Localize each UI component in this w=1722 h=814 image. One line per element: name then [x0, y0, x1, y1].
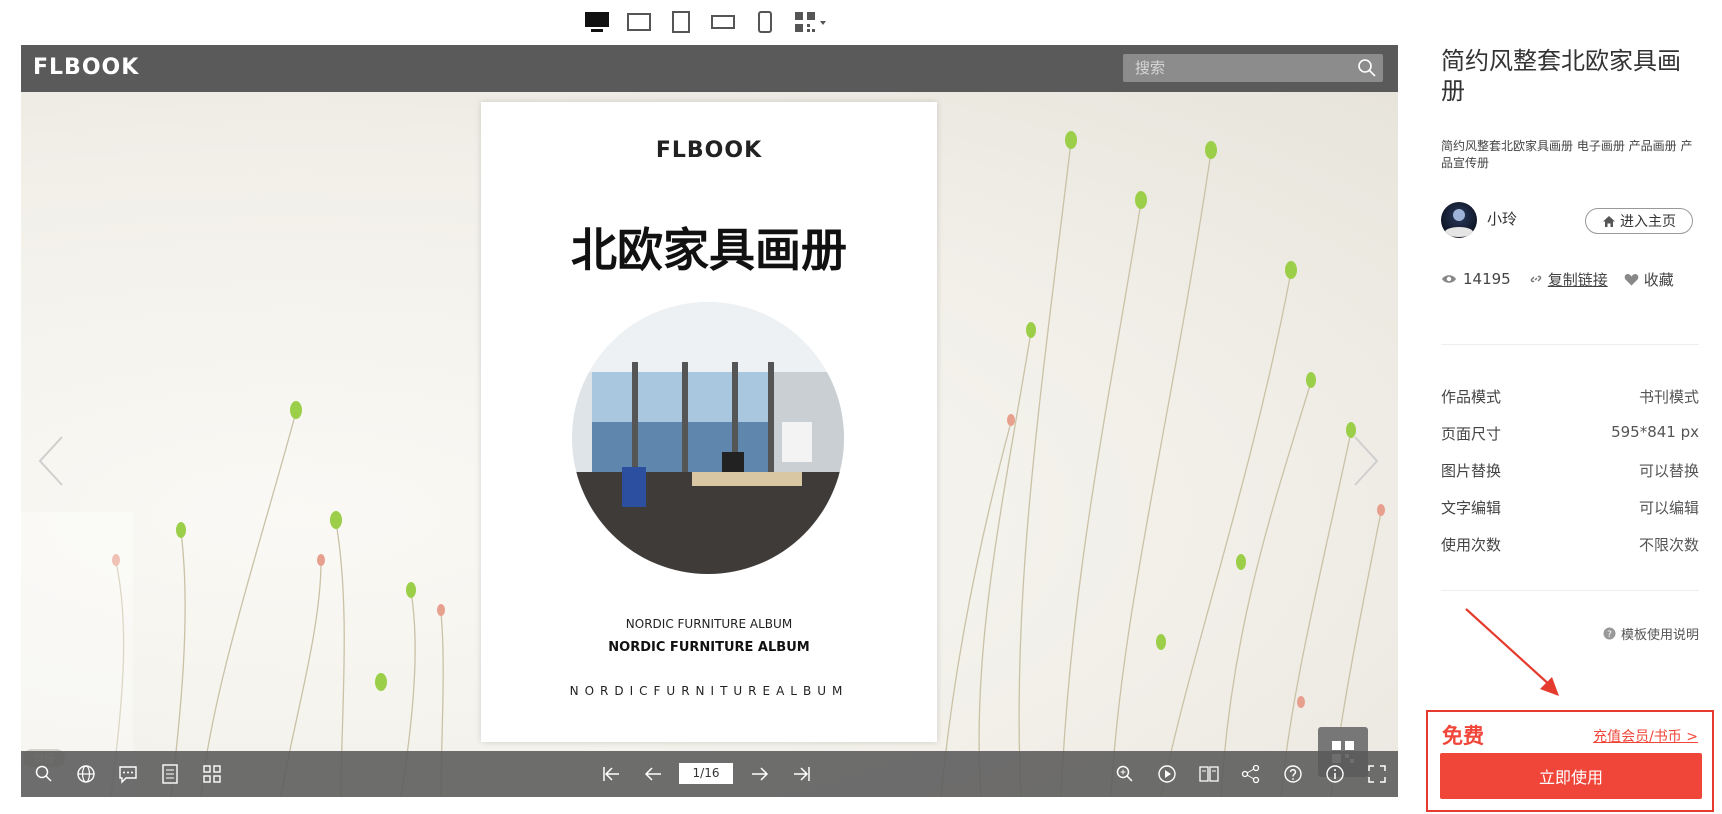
page-number-input[interactable]: 1/16	[679, 763, 733, 784]
spec-value: 可以替换	[1638, 462, 1699, 480]
spec-value: 不限次数	[1638, 536, 1699, 554]
furniture-photo	[572, 302, 844, 574]
use-template-box: 免费 充值会员/书币 > 立即使用	[1426, 710, 1714, 812]
author-name[interactable]: 小玲	[1487, 208, 1517, 229]
template-guide-label: 模板使用说明	[1620, 628, 1699, 643]
svg-text:?: ?	[1607, 630, 1612, 640]
grid-icon[interactable]	[200, 762, 224, 786]
spec-value: 595*841 px	[1611, 423, 1699, 441]
search-box	[1123, 54, 1383, 82]
viewer-top-bar: FLBOOK	[21, 45, 1398, 92]
tablet-portrait-icon[interactable]	[667, 8, 695, 36]
home-icon	[1603, 215, 1615, 227]
page-subtitle-bold: NORDIC FURNITURE ALBUM	[608, 640, 810, 655]
use-now-button[interactable]: 立即使用	[1440, 753, 1702, 799]
viewer-bottom-toolbar: 1/16	[21, 751, 1398, 797]
share-icon[interactable]	[1239, 762, 1263, 786]
copy-link-button[interactable]: 复制链接	[1548, 269, 1608, 290]
spec-row: 使用次数 不限次数	[1441, 534, 1699, 554]
avatar[interactable]	[1441, 202, 1477, 238]
comment-icon[interactable]	[116, 762, 140, 786]
spec-row: 作品模式 书刊模式	[1441, 386, 1699, 406]
page-logo: FLBOOK	[655, 138, 763, 163]
stats-row: 14195 复制链接 收藏	[1441, 269, 1674, 289]
favorite-button[interactable]: 收藏	[1644, 269, 1674, 290]
spec-label: 文字编辑	[1441, 499, 1502, 517]
price-label: 免费	[1442, 724, 1484, 748]
divider	[1441, 590, 1699, 591]
info-icon[interactable]	[1323, 762, 1347, 786]
template-guide-link[interactable]: ? 模板使用说明	[1603, 624, 1699, 643]
album-page[interactable]: FLBOOK 北欧家具画册 NORDIC FURNITURE ALBUM NOR…	[481, 102, 937, 742]
search-icon[interactable]	[1357, 58, 1377, 78]
annotation-arrow	[1465, 608, 1559, 696]
spec-row: 页面尺寸 595*841 px	[1441, 423, 1699, 443]
divider	[1441, 344, 1699, 345]
first-page-icon[interactable]	[599, 762, 623, 786]
template-tags: 简约风整套北欧家具画册 电子画册 产品画册 产品宣传册	[1441, 139, 1693, 170]
prev-page-icon[interactable]	[641, 762, 665, 786]
link-icon	[1530, 275, 1541, 283]
qrcode-icon[interactable]	[793, 8, 829, 36]
next-page-arrow[interactable]	[1351, 435, 1381, 487]
vip-recharge-link[interactable]: 充值会员/书币 >	[1593, 726, 1698, 746]
spec-label: 使用次数	[1441, 536, 1502, 554]
search-icon[interactable]	[32, 762, 56, 786]
heart-icon	[1624, 273, 1639, 285]
flbook-logo: FLBOOK	[33, 55, 140, 80]
help-icon: ?	[1603, 627, 1616, 640]
spec-label: 图片替换	[1441, 462, 1502, 480]
spec-label: 页面尺寸	[1441, 425, 1502, 443]
flipbook-viewer: 举报 FLBOOK 北欧家具画册	[21, 45, 1398, 797]
book-view-icon[interactable]	[1197, 762, 1221, 786]
phone-landscape-icon[interactable]	[709, 8, 737, 36]
last-page-icon[interactable]	[790, 762, 814, 786]
desktop-icon[interactable]	[583, 8, 611, 36]
spec-row: 文字编辑 可以编辑	[1441, 497, 1699, 517]
help-icon[interactable]	[1281, 762, 1305, 786]
enter-homepage-button[interactable]: 进入主页	[1585, 208, 1693, 234]
zoom-in-icon[interactable]	[1113, 762, 1137, 786]
enter-homepage-label: 进入主页	[1620, 214, 1676, 230]
prev-page-arrow[interactable]	[36, 435, 66, 487]
page-subtitle-small: NORDIC FURNITURE ALBUM	[625, 617, 793, 631]
view-count: 14195	[1463, 270, 1511, 288]
template-title: 简约风整套北欧家具画册	[1441, 47, 1681, 105]
eye-icon	[1442, 275, 1456, 283]
phone-portrait-icon[interactable]	[751, 8, 779, 36]
fullscreen-icon[interactable]	[1365, 762, 1389, 786]
search-input[interactable]	[1123, 54, 1367, 82]
spec-value: 可以编辑	[1638, 499, 1699, 517]
document-icon[interactable]	[158, 762, 182, 786]
page-title: 北欧家具画册	[571, 223, 847, 277]
spec-label: 作品模式	[1441, 388, 1502, 406]
next-page-icon[interactable]	[748, 762, 772, 786]
spec-row: 图片替换 可以替换	[1441, 460, 1699, 480]
autoplay-icon[interactable]	[1155, 762, 1179, 786]
spec-value: 书刊模式	[1638, 388, 1699, 406]
tablet-landscape-icon[interactable]	[625, 8, 653, 36]
globe-icon[interactable]	[74, 762, 98, 786]
page-subtitle-spaced: NORDICFURNITUREALBUM	[569, 684, 849, 698]
device-preview-bar	[583, 8, 829, 36]
